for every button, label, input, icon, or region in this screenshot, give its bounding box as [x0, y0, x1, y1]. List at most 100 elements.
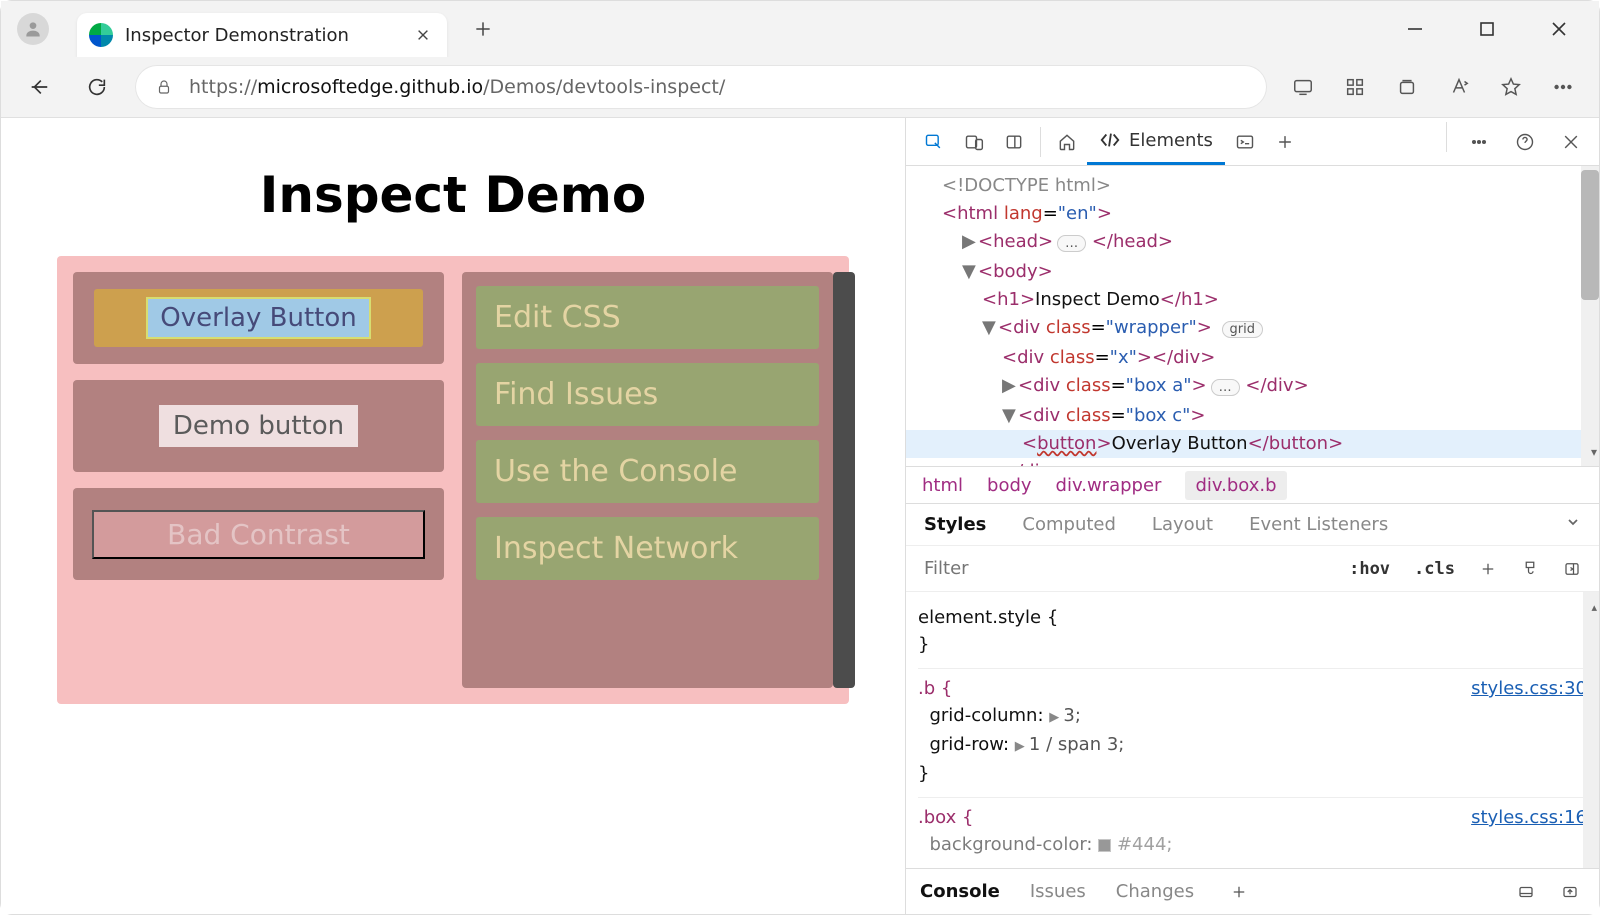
elements-tab[interactable]: Elements	[1087, 118, 1225, 165]
expand-icon	[1561, 883, 1579, 901]
dots-icon	[1469, 132, 1489, 152]
brush-icon	[1521, 560, 1539, 578]
refresh-icon	[86, 76, 108, 98]
styles-rules[interactable]: element.style { } styles.css:30 .b { gri…	[906, 592, 1599, 868]
device-icon	[964, 132, 984, 152]
content-area: Inspect Demo Overlay Button Edit CSS Fin…	[1, 118, 1599, 914]
inspect-icon	[924, 132, 944, 152]
panel-icon	[1004, 132, 1024, 152]
grid-box-c: Demo button	[73, 380, 444, 472]
close-icon	[1561, 132, 1581, 152]
bad-contrast-button[interactable]: Bad Contrast	[92, 510, 426, 559]
list-item[interactable]: Find Issues	[476, 363, 819, 426]
new-rule-button[interactable]	[1473, 554, 1503, 584]
tab-close-button[interactable]	[413, 25, 433, 45]
dots-icon	[1552, 76, 1574, 98]
rules-scrollbar[interactable]: ▴	[1583, 592, 1599, 868]
dom-scrollbar[interactable]: ▴▾	[1581, 166, 1599, 466]
tab-computed[interactable]: Computed	[1022, 514, 1116, 535]
paint-button[interactable]	[1515, 554, 1545, 584]
favorites-button[interactable]	[1493, 69, 1529, 105]
devtools-help-button[interactable]	[1505, 122, 1545, 162]
refresh-button[interactable]	[77, 67, 117, 107]
star-icon	[1500, 76, 1522, 98]
device-emulation-button[interactable]	[954, 122, 994, 162]
drawer-tab-changes[interactable]: Changes	[1116, 881, 1194, 902]
devtools: Elements <!DOCTYPE html> <html lang="en"…	[905, 118, 1599, 914]
more-button[interactable]	[1545, 69, 1581, 105]
drawer-expand-button[interactable]	[1555, 877, 1585, 907]
window-controls	[1397, 11, 1589, 47]
dom-tree[interactable]: <!DOCTYPE html> <html lang="en"> ▶<head>…	[906, 166, 1599, 466]
minimize-button[interactable]	[1397, 11, 1433, 47]
collections-button[interactable]	[1389, 69, 1425, 105]
plus-icon	[1479, 560, 1497, 578]
person-icon	[23, 19, 43, 39]
breadcrumb-item[interactable]: div.wrapper	[1056, 475, 1162, 496]
tab-event-listeners[interactable]: Event Listeners	[1249, 514, 1388, 535]
demo-button[interactable]: Demo button	[159, 405, 358, 447]
devtools-close-button[interactable]	[1551, 122, 1591, 162]
toggle-computed-button[interactable]	[1557, 554, 1587, 584]
breadcrumb-item[interactable]: body	[987, 475, 1032, 496]
breadcrumb-item[interactable]: html	[922, 475, 963, 496]
code-icon	[1099, 129, 1121, 151]
source-link[interactable]: styles.css:30	[1471, 675, 1587, 702]
grid-icon	[1344, 76, 1366, 98]
read-aloud-button[interactable]	[1441, 69, 1477, 105]
styles-pane-tabs: Styles Computed Layout Event Listeners	[906, 504, 1599, 546]
overlay-button[interactable]: Overlay Button	[146, 297, 370, 339]
tab-styles[interactable]: Styles	[924, 514, 986, 535]
add-tab-button[interactable]	[1265, 122, 1305, 162]
rule-box[interactable]: styles.css:16 .box { background-color: #…	[918, 798, 1587, 868]
dock-button[interactable]	[994, 122, 1034, 162]
extensions-button[interactable]	[1337, 69, 1373, 105]
page-title: Inspect Demo	[1, 118, 905, 256]
plus-icon	[1275, 132, 1295, 152]
grid-box-b: Edit CSS Find Issues Use the Console Ins…	[462, 272, 833, 688]
address-bar: https://microsoftedge.github.io/Demos/de…	[1, 57, 1599, 118]
list-item[interactable]: Inspect Network	[476, 517, 819, 580]
demo-grid: Overlay Button Edit CSS Find Issues Use …	[57, 256, 849, 704]
welcome-tab[interactable]	[1047, 122, 1087, 162]
more-tabs-button[interactable]	[1565, 514, 1581, 535]
devtools-more-button[interactable]	[1459, 122, 1499, 162]
cast-button[interactable]	[1285, 69, 1321, 105]
source-link[interactable]: styles.css:16	[1471, 804, 1587, 831]
url-text: https://microsoftedge.github.io/Demos/de…	[189, 76, 725, 98]
styles-filter-input[interactable]	[918, 554, 1331, 583]
breadcrumb: html body div.wrapper div.box.b	[906, 466, 1599, 504]
tab-layout[interactable]: Layout	[1152, 514, 1213, 535]
maximize-button[interactable]	[1469, 11, 1505, 47]
new-tab-button[interactable]	[463, 9, 503, 49]
drawer-dock-button[interactable]	[1511, 877, 1541, 907]
help-icon	[1515, 132, 1535, 152]
breadcrumb-item-selected[interactable]: div.box.b	[1185, 471, 1286, 500]
close-window-button[interactable]	[1541, 11, 1577, 47]
lock-icon	[155, 78, 173, 96]
scroll-thumb[interactable]	[833, 272, 855, 688]
drawer-tab-console[interactable]: Console	[920, 881, 1000, 902]
url-field[interactable]: https://microsoftedge.github.io/Demos/de…	[135, 65, 1267, 109]
plus-icon	[473, 19, 493, 39]
inspect-element-button[interactable]	[914, 122, 954, 162]
list-item[interactable]: Use the Console	[476, 440, 819, 503]
grid-box-a: Overlay Button	[73, 272, 444, 364]
console-drawer-button[interactable]	[1225, 122, 1265, 162]
drawer-add-button[interactable]	[1224, 877, 1254, 907]
drawer-tab-issues[interactable]: Issues	[1030, 881, 1086, 902]
cls-button[interactable]: .cls	[1408, 555, 1461, 583]
dom-selected-node[interactable]: <button>Overlay Button</button>	[906, 430, 1599, 458]
browser-tab[interactable]: Inspector Demonstration	[77, 13, 447, 57]
rule-b[interactable]: styles.css:30 .b { grid-column: ▶ 3; gri…	[918, 669, 1587, 798]
back-button[interactable]	[19, 67, 59, 107]
hov-button[interactable]: :hov	[1343, 555, 1396, 583]
edge-favicon-icon	[89, 23, 113, 47]
styles-toolbar: :hov .cls	[906, 546, 1599, 592]
plus-icon	[1230, 883, 1248, 901]
tab-title: Inspector Demonstration	[125, 25, 401, 46]
elements-tab-label: Elements	[1129, 130, 1213, 151]
profile-avatar[interactable]	[17, 13, 49, 45]
rule-element-style[interactable]: element.style { }	[918, 598, 1587, 669]
list-item[interactable]: Edit CSS	[476, 286, 819, 349]
